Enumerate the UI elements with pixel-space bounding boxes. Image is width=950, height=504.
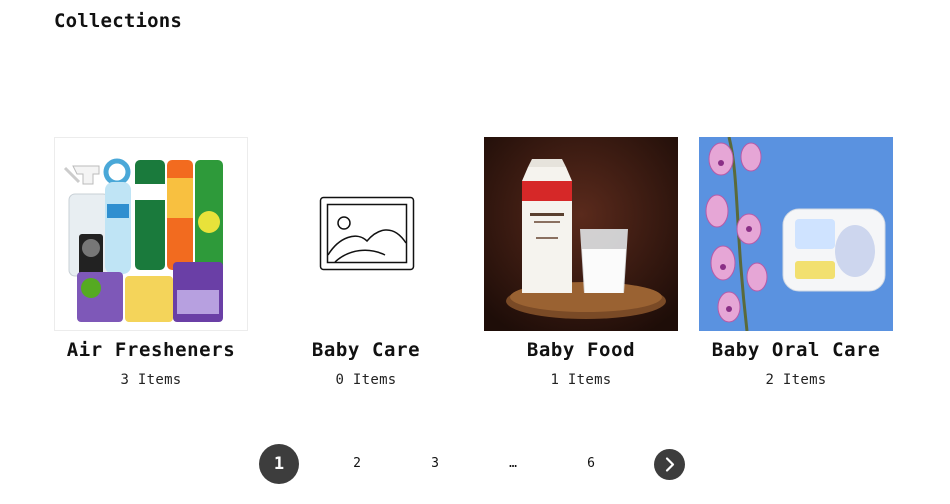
collection-card-baby-care[interactable]: Baby Care 0 Items — [269, 137, 463, 388]
collection-image-air-fresheners[interactable] — [54, 137, 248, 331]
collection-card-baby-oral-care[interactable]: Baby Oral Care 2 Items — [699, 137, 893, 388]
page-1-button[interactable]: 1 — [259, 444, 299, 484]
air-fresheners-product-photo — [63, 158, 223, 322]
image-placeholder-icon — [319, 196, 415, 271]
collection-name[interactable]: Baby Care — [269, 339, 463, 361]
collection-card-air-fresheners[interactable]: Air Fresheners 3 Items — [54, 137, 248, 388]
collections-grid: Air Fresheners 3 Items Baby Care 0 Items — [0, 137, 950, 397]
collection-name[interactable]: Baby Oral Care — [699, 339, 893, 361]
collection-name[interactable]: Air Fresheners — [54, 339, 248, 361]
collection-item-count: 2 Items — [765, 372, 827, 388]
collection-card-baby-food[interactable]: Baby Food 1 Items — [484, 137, 678, 388]
collection-item-count: 0 Items — [335, 372, 397, 388]
page-ellipsis: … — [509, 456, 517, 471]
collection-image-baby-care[interactable] — [269, 137, 463, 331]
next-page-button[interactable] — [654, 449, 685, 480]
collection-item-count: 3 Items — [120, 372, 182, 388]
collection-image-baby-food[interactable] — [484, 137, 678, 331]
page-6-button[interactable]: 6 — [571, 444, 611, 484]
wipes-pack-and-orchid-photo — [699, 137, 893, 331]
page-2-button[interactable]: 2 — [337, 444, 377, 484]
pagination: 1 2 3 … 6 — [0, 444, 950, 484]
collection-item-count: 1 Items — [550, 372, 612, 388]
chevron-right-icon — [665, 457, 675, 472]
milk-carton-and-glass-photo — [484, 137, 678, 331]
collection-image-baby-oral-care[interactable] — [699, 137, 893, 331]
page-title: Collections — [54, 10, 183, 32]
page-3-button[interactable]: 3 — [415, 444, 455, 484]
collection-name[interactable]: Baby Food — [484, 339, 678, 361]
